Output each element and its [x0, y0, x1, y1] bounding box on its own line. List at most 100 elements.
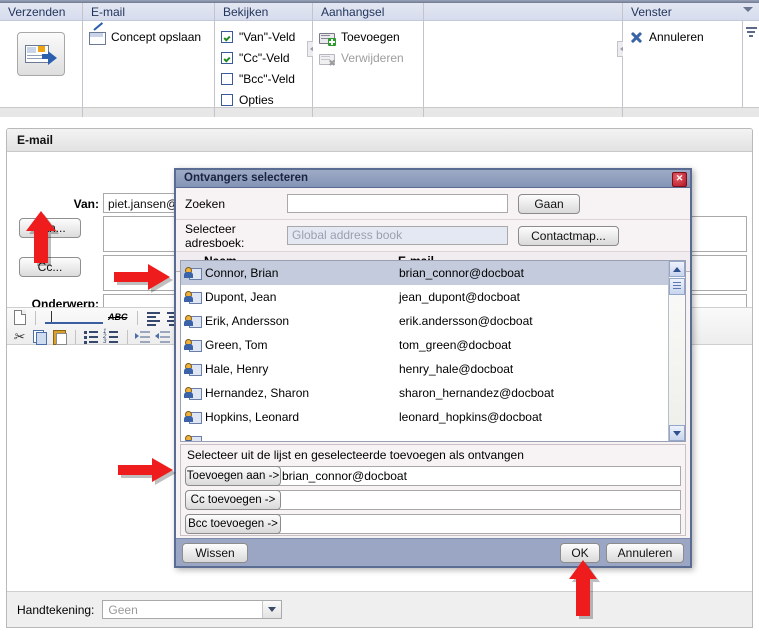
- table-row-partial[interactable]: [181, 429, 668, 441]
- annotation-arrow-to-button: [22, 208, 60, 266]
- attachment-remove-icon: ✖: [319, 50, 336, 67]
- clear-button[interactable]: Wissen: [182, 542, 248, 563]
- chevron-down-icon[interactable]: [743, 7, 753, 12]
- user-icon: [184, 338, 202, 352]
- add-cc-button[interactable]: Cc toevoegen ->: [185, 490, 281, 510]
- table-row[interactable]: Erik, Andersson erik.andersson@docboat: [181, 309, 668, 333]
- scrollbar-thumb[interactable]: [669, 278, 685, 295]
- bullet-list-icon[interactable]: [83, 328, 100, 345]
- send-button[interactable]: [17, 32, 65, 76]
- toolbar-separator: [137, 310, 138, 325]
- chevron-down-icon[interactable]: [262, 601, 282, 618]
- ribbon-toolbar: Verzenden E-mail Concept opslaan Bekijke…: [0, 0, 759, 117]
- dialog-title-bar[interactable]: Ontvangers selecteren ✕: [176, 170, 690, 188]
- table-row[interactable]: Hopkins, Leonard leonard_hopkins@docboat: [181, 405, 668, 429]
- ribbon-group-title: [424, 3, 622, 21]
- dialog-hint-text: Selecteer uit de lijst en geselecteerde …: [180, 444, 686, 464]
- copy-icon[interactable]: [31, 328, 48, 345]
- search-label: Zoeken: [185, 196, 226, 211]
- ribbon-group-verzenden: Verzenden: [0, 3, 83, 107]
- scroll-up-icon[interactable]: [669, 261, 685, 277]
- font-name-field[interactable]: [43, 309, 105, 326]
- addressbook-select[interactable]: Global address book: [287, 226, 508, 245]
- contact-email: sharon_hernandez@docboat: [399, 386, 554, 400]
- addressbook-row: Selecteer adresboek: Global address book…: [176, 220, 690, 252]
- table-row[interactable]: Green, Tom tom_green@docboat: [181, 333, 668, 357]
- ribbon-group-title: Venster: [623, 3, 759, 21]
- contact-email: henry_hale@docboat: [399, 362, 514, 376]
- contact-list[interactable]: Connor, Brian brian_connor@docboat Dupon…: [180, 260, 686, 442]
- user-icon: [184, 362, 202, 376]
- add-bcc-row: Bcc toevoegen ->: [180, 512, 686, 536]
- user-icon: [184, 434, 202, 441]
- close-icon[interactable]: ✕: [672, 172, 687, 187]
- ribbon-group-body: Toevoegen ✖ Verwijderen: [313, 21, 423, 106]
- checkbox-label: "Cc"-Veld: [239, 50, 290, 65]
- table-row[interactable]: Hale, Henry henry_hale@docboat: [181, 357, 668, 381]
- scroll-down-icon[interactable]: [669, 425, 685, 441]
- attachment-add-icon: [319, 29, 336, 46]
- ribbon-group-title: Bekijken: [215, 3, 312, 21]
- ribbon-group-bekijken: Bekijken "Van"-Veld "Cc"-Veld "Bcc"-Veld: [215, 3, 317, 107]
- add-cc-row: Cc toevoegen ->: [180, 488, 686, 512]
- add-to-button[interactable]: Toevoegen aan ->: [185, 466, 281, 486]
- checkbox-cc-veld[interactable]: "Cc"-Veld: [221, 47, 306, 68]
- ribbon-group-venster: Venster Annuleren: [623, 3, 759, 113]
- contact-name: Dupont, Jean: [205, 290, 277, 304]
- new-page-icon[interactable]: [11, 309, 28, 326]
- cancel-window-button[interactable]: Annuleren: [629, 26, 753, 47]
- user-icon: [184, 386, 202, 400]
- signature-select[interactable]: Geen: [102, 600, 283, 619]
- annotation-arrow-to-ok: [566, 558, 602, 620]
- user-icon: [184, 266, 202, 280]
- paste-icon[interactable]: [51, 328, 68, 345]
- numbered-list-icon[interactable]: 1 2 3: [103, 328, 120, 345]
- checkbox-label: Opties: [239, 92, 274, 107]
- align-left-icon[interactable]: [145, 309, 162, 326]
- contact-name: Erik, Andersson: [205, 314, 290, 328]
- contact-name: Green, Tom: [205, 338, 268, 352]
- save-draft-button[interactable]: Concept opslaan: [89, 21, 208, 47]
- table-row[interactable]: Dupont, Jean jean_dupont@docboat: [181, 285, 668, 309]
- contact-name: Hopkins, Leonard: [205, 410, 300, 424]
- checkbox-unchecked-icon[interactable]: [221, 72, 233, 85]
- cancel-button[interactable]: Annuleren: [606, 542, 684, 563]
- attachment-add-button[interactable]: Toevoegen: [319, 26, 417, 47]
- ribbon-overflow-button[interactable]: [742, 21, 759, 113]
- table-row[interactable]: Connor, Brian brian_connor@docboat: [181, 261, 668, 285]
- annotation-arrow-to-contact: [112, 262, 174, 294]
- table-row[interactable]: Hernandez, Sharon sharon_hernandez@docbo…: [181, 381, 668, 405]
- ribbon-group-body: Concept opslaan: [83, 21, 214, 106]
- cancel-window-label: Annuleren: [649, 29, 704, 44]
- contact-email: tom_green@docboat: [399, 338, 512, 352]
- search-go-button[interactable]: Gaan: [518, 193, 580, 214]
- checkbox-unchecked-icon[interactable]: [221, 93, 233, 106]
- search-input[interactable]: [287, 194, 508, 213]
- add-bcc-field[interactable]: [277, 513, 681, 534]
- list-scrollbar[interactable]: [668, 261, 685, 441]
- cut-icon[interactable]: ✂: [11, 328, 28, 345]
- checkbox-checked-icon[interactable]: [221, 30, 233, 43]
- contact-email: leonard_hopkins@docboat: [399, 410, 542, 424]
- ribbon-group-title: E-mail: [83, 3, 214, 21]
- checkbox-van-veld[interactable]: "Van"-Veld: [221, 26, 306, 47]
- spellcheck-icon[interactable]: ABC: [108, 309, 130, 326]
- add-to-field[interactable]: brian_connor@docboat: [277, 466, 681, 486]
- contact-email: erik.andersson@docboat: [399, 314, 533, 328]
- grip-icon: [673, 282, 681, 291]
- user-icon: [184, 290, 202, 304]
- overflow-bars-icon: [745, 27, 757, 39]
- add-bcc-button[interactable]: Bcc toevoegen ->: [185, 513, 281, 534]
- contactmap-button[interactable]: Contactmap...: [518, 225, 619, 246]
- checkbox-label: "Van"-Veld: [239, 29, 296, 44]
- contact-rows: Connor, Brian brian_connor@docboat Dupon…: [181, 261, 668, 441]
- send-mail-icon: [25, 43, 57, 65]
- decrease-indent-icon[interactable]: [135, 328, 152, 345]
- add-to-row: Toevoegen aan -> brian_connor@docboat: [180, 464, 686, 488]
- checkbox-bcc-veld[interactable]: "Bcc"-Veld: [221, 68, 306, 89]
- add-cc-field[interactable]: [277, 490, 681, 510]
- increase-indent-icon[interactable]: [155, 328, 172, 345]
- toolbar-separator: [127, 329, 128, 344]
- checkbox-checked-icon[interactable]: [221, 51, 233, 64]
- ribbon-group-email: E-mail Concept opslaan: [83, 3, 215, 107]
